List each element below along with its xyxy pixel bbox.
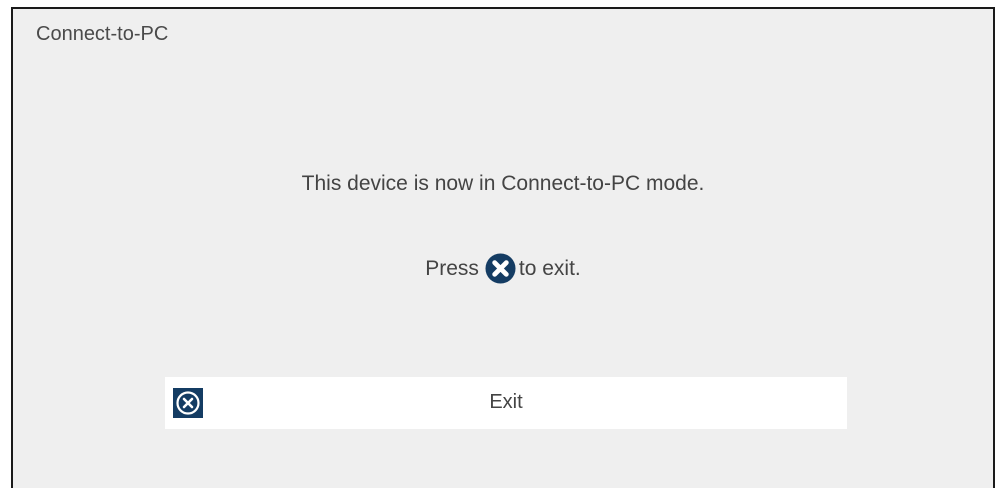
- x-circle-icon: [485, 253, 516, 284]
- exit-button-label: Exit: [489, 391, 523, 413]
- instruction-suffix: to exit.: [518, 256, 581, 280]
- status-message: This device is now in Connect-to-PC mode…: [301, 172, 705, 195]
- connect-to-pc-screen: Connect-to-PC This device is now in Conn…: [11, 7, 995, 488]
- instruction-prefix: Press: [425, 256, 479, 280]
- exit-button[interactable]: Exit: [165, 377, 847, 429]
- exit-instruction: Press to exit.: [13, 253, 993, 284]
- page-title: Connect-to-PC: [36, 23, 169, 45]
